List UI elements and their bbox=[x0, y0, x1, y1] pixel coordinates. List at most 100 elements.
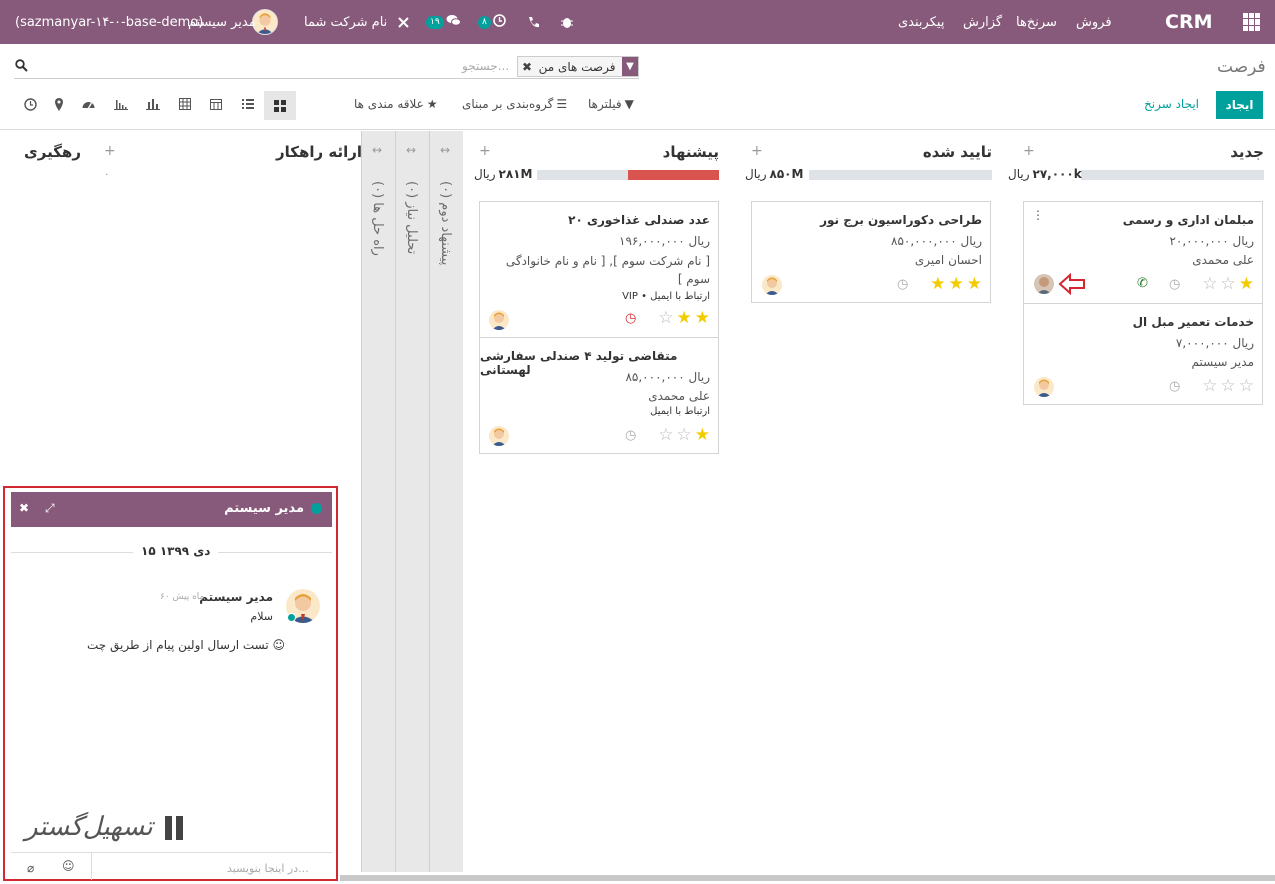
star-icon[interactable]: ★ bbox=[949, 276, 964, 293]
star-icon[interactable]: ☆ bbox=[1202, 378, 1217, 395]
facet-remove-icon[interactable]: ✖ bbox=[518, 60, 532, 74]
star-icon[interactable]: ★ bbox=[967, 276, 982, 293]
create-lead-button[interactable]: ایجاد سرنخ bbox=[1144, 97, 1199, 111]
progressbar-red bbox=[628, 170, 719, 180]
company-name[interactable]: نام شرکت شما bbox=[304, 0, 387, 44]
priority-stars[interactable]: ★ ★ ☆ bbox=[658, 310, 710, 327]
avatar bbox=[489, 310, 509, 330]
card-menu-icon[interactable]: ⋮ bbox=[1032, 208, 1044, 222]
composer-divider bbox=[11, 852, 332, 853]
graph-view-icon[interactable] bbox=[146, 98, 160, 113]
folded-column[interactable]: ↔ پیشنهاد دوم (۰) bbox=[429, 131, 463, 872]
unfold-icon[interactable]: ↔ bbox=[406, 143, 416, 157]
expand-icon[interactable]: ⤢ bbox=[45, 501, 55, 516]
column-title: تایید شده bbox=[922, 143, 992, 161]
priority-stars[interactable]: ★ ☆ ☆ bbox=[1202, 276, 1254, 293]
quick-create-icon[interactable]: + bbox=[479, 143, 491, 159]
user-avatar[interactable] bbox=[252, 0, 278, 44]
overdue-clock-icon[interactable]: ◷ bbox=[625, 311, 636, 326]
kanban-card[interactable]: طراحی دکوراسیون برج نور ۸۵۰,۰۰۰,۰۰۰ ریال… bbox=[751, 201, 991, 303]
kanban-card[interactable]: خدمات تعمیر مبل ال ۷,۰۰۰,۰۰۰ ریال مدیر س… bbox=[1023, 303, 1263, 405]
star-icon[interactable]: ★ bbox=[930, 276, 945, 293]
message-author: مدیر سیستم bbox=[199, 590, 273, 604]
star-icon[interactable]: ☆ bbox=[1239, 378, 1254, 395]
column-title: پیشنهاد bbox=[662, 143, 719, 161]
menu-leads[interactable]: سرنخ‌ها bbox=[1016, 0, 1057, 44]
calendar-view-icon[interactable] bbox=[210, 98, 222, 113]
messaging-menu[interactable]: ۱۹ bbox=[426, 0, 461, 44]
map-view-icon[interactable] bbox=[54, 98, 64, 114]
menu-reporting[interactable]: گزارش bbox=[963, 0, 1002, 44]
priority-stars[interactable]: ☆ ☆ ☆ bbox=[1202, 378, 1254, 395]
online-status-icon bbox=[287, 613, 296, 622]
activity-view-icon[interactable] bbox=[24, 98, 37, 114]
pivot-view-icon[interactable] bbox=[179, 98, 191, 113]
star-icon[interactable]: ☆ bbox=[1221, 276, 1236, 293]
apps-icon[interactable] bbox=[1243, 0, 1261, 44]
horizontal-scrollbar[interactable] bbox=[340, 875, 1275, 881]
phone-activity-icon[interactable]: ✆ bbox=[1137, 276, 1148, 291]
emoji-icon[interactable]: ☺ bbox=[62, 859, 75, 873]
priority-stars[interactable]: ★ ☆ ☆ bbox=[658, 427, 710, 444]
search-icon[interactable] bbox=[15, 59, 28, 75]
message-text: سلام bbox=[250, 610, 273, 623]
total-value: ۸۵۰M bbox=[769, 167, 804, 181]
activity-clock-icon[interactable]: ◷ bbox=[1169, 379, 1180, 394]
activity-clock-icon[interactable]: ◷ bbox=[897, 277, 908, 292]
star-icon[interactable]: ☆ bbox=[658, 427, 673, 444]
star-icon[interactable]: ☆ bbox=[658, 310, 673, 327]
kanban-card[interactable]: متقاضی تولید ۴ صندلی سفارشی لهستانی ۸۵,۰… bbox=[479, 337, 719, 454]
facet-value: فرصت های من bbox=[538, 59, 616, 74]
chat-header[interactable]: مدیر سیستم ⤢ ✖ bbox=[11, 492, 332, 527]
activity-menu[interactable]: ۸ bbox=[478, 0, 506, 44]
attachment-icon[interactable]: ⌀ bbox=[27, 861, 34, 875]
menu-sales[interactable]: فروش bbox=[1076, 0, 1112, 44]
list-view-icon[interactable] bbox=[242, 98, 254, 113]
filters-dropdown[interactable]: فیلترها ▼ bbox=[588, 97, 634, 111]
activities-badge: ۸ bbox=[478, 15, 491, 29]
card-title: طراحی دکوراسیون برج نور bbox=[820, 213, 982, 227]
priority-stars[interactable]: ★ ★ ★ bbox=[930, 276, 982, 293]
dashboard-view-icon[interactable] bbox=[82, 98, 95, 113]
activity-clock-icon[interactable]: ◷ bbox=[1169, 277, 1180, 292]
bug-icon[interactable] bbox=[560, 0, 574, 44]
star-icon[interactable]: ★ bbox=[677, 310, 692, 327]
search-input[interactable]: جستجو... bbox=[462, 59, 509, 73]
folded-column[interactable]: ↔ راه حل ها (۰) bbox=[361, 131, 395, 872]
folded-column-title: تحلیل نیاز (۰) bbox=[404, 181, 419, 255]
star-icon[interactable]: ★ bbox=[1239, 276, 1254, 293]
star-icon[interactable]: ☆ bbox=[1202, 276, 1217, 293]
column-progressbar bbox=[809, 170, 992, 180]
top-navbar: CRM فروش سرنخ‌ها گزارش پیکربندی ۸ ۱۹ نام… bbox=[0, 0, 1275, 44]
star-icon[interactable]: ★ bbox=[695, 427, 710, 444]
groupby-dropdown[interactable]: گروه‌بندی بر مبنای ☰ bbox=[462, 97, 567, 111]
company-switch-icon[interactable] bbox=[397, 0, 410, 44]
card-contact: علی محمدی bbox=[1192, 253, 1254, 267]
app-name[interactable]: CRM bbox=[1165, 0, 1212, 44]
star-icon[interactable]: ☆ bbox=[677, 427, 692, 444]
kanban-view-button[interactable] bbox=[264, 91, 296, 120]
kanban-card[interactable]: ⋮ مبلمان اداری و رسمی ۲۰,۰۰۰,۰۰۰ ریال عل… bbox=[1023, 201, 1263, 304]
create-button[interactable]: ایجاد bbox=[1216, 91, 1263, 119]
unfold-icon[interactable]: ↔ bbox=[372, 143, 382, 157]
column-count: ۰ bbox=[104, 169, 110, 180]
star-icon[interactable]: ☆ bbox=[1221, 378, 1236, 395]
activity-clock-icon[interactable]: ◷ bbox=[625, 428, 636, 443]
close-icon[interactable]: ✖ bbox=[19, 501, 29, 515]
quick-create-icon[interactable]: + bbox=[1023, 143, 1035, 159]
message-time: ۶۰ ماه پیش bbox=[160, 592, 205, 602]
favorites-dropdown[interactable]: علاقه مندی ها ★ bbox=[354, 97, 438, 111]
folded-column[interactable]: ↔ تحلیل نیاز (۰) bbox=[395, 131, 429, 872]
db-name: (sazmanyar-۱۴-۰-base-demo) bbox=[15, 14, 204, 30]
star-icon[interactable]: ★ bbox=[695, 310, 710, 327]
phone-icon[interactable] bbox=[527, 0, 540, 44]
menu-configuration[interactable]: پیکربندی bbox=[898, 0, 944, 44]
unfold-icon[interactable]: ↔ bbox=[440, 143, 450, 157]
chat-composer-input[interactable]: در اینجا بنویسید... bbox=[227, 862, 309, 875]
kanban-card[interactable]: ۲۰ عدد صندلی غذاخوری ۱۹۶,۰۰۰,۰۰۰ ریال [ … bbox=[479, 201, 719, 338]
quick-create-icon[interactable]: + bbox=[104, 143, 116, 159]
card-title: خدمات تعمیر مبل ال bbox=[1132, 315, 1254, 329]
column-progressbar bbox=[1081, 170, 1264, 180]
cohort-view-icon[interactable] bbox=[114, 98, 128, 113]
quick-create-icon[interactable]: + bbox=[751, 143, 763, 159]
